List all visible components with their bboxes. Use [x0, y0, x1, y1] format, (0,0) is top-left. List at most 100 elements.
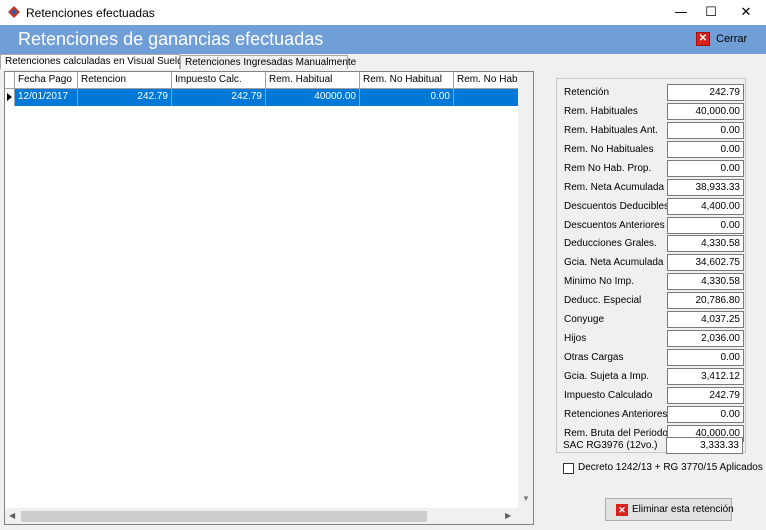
scroll-down-icon[interactable]: ▼ [522, 494, 530, 503]
field-deducc-especial: Deducc. Especial 20,786.80 [557, 292, 747, 310]
field-label: Retenciones Anteriores [564, 409, 668, 420]
column-header[interactable]: Retencion [78, 72, 172, 89]
scroll-left-icon[interactable]: ◀ [9, 511, 15, 520]
field-retenciones-anteriores: Retenciones Anteriores 0.00 [557, 406, 747, 424]
field-value[interactable]: 0.00 [667, 349, 744, 366]
column-header[interactable]: Impuesto Calc. [172, 72, 266, 89]
cell-fecha-pago[interactable]: 12/01/2017 [15, 89, 78, 106]
field-descuentos-deducibles: Descuentos Deducibles 4,400.00 [557, 198, 747, 216]
field-gcia-neta-acumulada: Gcia. Neta Acumulada 34,602.75 [557, 254, 747, 272]
field-value[interactable]: 20,786.80 [667, 292, 744, 309]
grid-header: Fecha Pago Retencion Impuesto Calc. Rem.… [5, 72, 533, 89]
vertical-scrollbar[interactable]: ▼ [518, 72, 533, 508]
field-rem-habituales: Rem. Habituales 40,000.00 [557, 103, 747, 121]
field-rem-habituales-ant: Rem. Habituales Ant. 0.00 [557, 122, 747, 140]
field-label: Impuesto Calculado [564, 390, 653, 401]
field-value[interactable]: 4,400.00 [667, 198, 744, 215]
scrollbar-corner [518, 508, 533, 524]
field-value[interactable]: 0.00 [667, 217, 744, 234]
decreto-checkbox-label[interactable]: Decreto 1242/13 + RG 3770/15 Aplicados [578, 462, 763, 473]
row-header-corner [5, 72, 15, 89]
horizontal-scrollbar[interactable]: ◀ ▶ [5, 508, 518, 524]
tab-manual[interactable]: Retenciones Ingresadas Manualmente [180, 55, 356, 69]
field-label: SAC RG3976 (12vo.) [563, 440, 658, 451]
maximize-button[interactable]: ☐ [694, 0, 728, 25]
field-label: Otras Cargas [564, 352, 624, 363]
cell-rem-habitual[interactable]: 40000.00 [266, 89, 360, 106]
close-icon: ✕ [696, 32, 710, 46]
field-conyuge: Conyuge 4,037.25 [557, 311, 747, 329]
retenciones-grid[interactable]: Fecha Pago Retencion Impuesto Calc. Rem.… [4, 71, 534, 525]
field-label: Conyuge [564, 314, 605, 325]
delete-icon: ✕ [616, 504, 628, 516]
cell-rem-no-habitual[interactable]: 0.00 [360, 89, 454, 106]
field-value[interactable]: 242.79 [667, 387, 744, 404]
column-header[interactable]: Fecha Pago [15, 72, 78, 89]
current-row-indicator [5, 89, 15, 106]
field-label: Deducc. Especial [564, 295, 642, 306]
field-label: Gcia. Neta Acumulada [564, 257, 664, 268]
window-close-button[interactable]: ✕ [729, 0, 763, 25]
detail-panel: Retención 242.79 Rem. Habituales 40,000.00… [556, 78, 746, 453]
page-header: Retenciones de ganancias efectuadas ✕ Ce… [0, 25, 766, 54]
delete-button-label: Eliminar esta retención [632, 504, 734, 515]
column-header[interactable]: Rem. No Habitual [360, 72, 454, 89]
field-label: Rem. Habituales [564, 106, 638, 117]
table-row[interactable]: 12/01/2017 242.79 242.79 40000.00 0.00 0 [5, 89, 533, 106]
row-arrow-icon [7, 93, 12, 101]
field-retencion: Retención 242.79 [557, 84, 747, 102]
field-impuesto-calculado: Impuesto Calculado 242.79 [557, 387, 747, 405]
field-minimo-no-imp: Minimo No Imp. 4,330.58 [557, 273, 747, 291]
cell-retencion[interactable]: 242.79 [78, 89, 172, 106]
field-label: Rem. Neta Acumulada [564, 182, 665, 193]
field-value[interactable]: 3,333.33 [666, 437, 743, 454]
field-value[interactable]: 0.00 [667, 160, 744, 177]
field-value[interactable]: 2,036.00 [667, 330, 744, 347]
field-rem-neta-acumulada: Rem. Neta Acumulada 38,933.33 [557, 179, 747, 197]
field-value[interactable]: 242.79 [667, 84, 744, 101]
tab-calculated[interactable]: Retenciones calculadas en Visual Sueldos [0, 54, 193, 69]
field-value[interactable]: 4,330.58 [667, 273, 744, 290]
field-sac-rg3976: SAC RG3976 (12vo.) 3,333.33 [556, 437, 746, 455]
minimize-button[interactable]: — [664, 0, 698, 25]
tab-bar: Retenciones calculadas en Visual Sueldos… [0, 54, 766, 69]
field-label: Minimo No Imp. [564, 276, 635, 287]
app-icon [8, 6, 20, 18]
field-label: Rem No Hab. Prop. [564, 163, 652, 174]
field-value[interactable]: 38,933.33 [667, 179, 744, 196]
field-value[interactable]: 4,330.58 [667, 235, 744, 252]
field-value[interactable]: 40,000.00 [667, 103, 744, 120]
tab-content: Fecha Pago Retencion Impuesto Calc. Rem.… [0, 69, 766, 530]
page-title: Retenciones de ganancias efectuadas [18, 29, 324, 49]
decreto-checkbox[interactable] [563, 463, 574, 474]
scrollbar-thumb[interactable] [21, 511, 427, 522]
field-value[interactable]: 0.00 [667, 406, 744, 423]
field-descuentos-anteriores: Descuentos Anteriores 0.00 [557, 217, 747, 235]
field-rem-no-habituales: Rem. No Habituales 0.00 [557, 141, 747, 159]
field-label: Rem. Habituales Ant. [564, 125, 658, 136]
field-label: Rem. No Habituales [564, 144, 654, 155]
field-value[interactable]: 0.00 [667, 141, 744, 158]
field-label: Hijos [564, 333, 587, 344]
field-label: Gcia. Sujeta a Imp. [564, 371, 650, 382]
column-header[interactable]: Rem. Habitual [266, 72, 360, 89]
field-label: Retención [564, 87, 610, 98]
window-title: Retenciones efectuadas [26, 6, 155, 20]
field-hijos: Hijos 2,036.00 [557, 330, 747, 348]
field-label: Descuentos Anteriores [564, 220, 665, 231]
field-value[interactable]: 0.00 [667, 122, 744, 139]
field-value[interactable]: 4,037.25 [667, 311, 744, 328]
field-label: Descuentos Deducibles [564, 201, 670, 212]
field-gcia-sujeta-imp: Gcia. Sujeta a Imp. 3,412.12 [557, 368, 747, 386]
field-value[interactable]: 34,602.75 [667, 254, 744, 271]
cell-impuesto-calc[interactable]: 242.79 [172, 89, 266, 106]
field-deducciones-grales: Deducciones Grales. 4,330.58 [557, 235, 747, 253]
field-value[interactable]: 3,412.12 [667, 368, 744, 385]
field-otras-cargas: Otras Cargas 0.00 [557, 349, 747, 367]
field-label: Deducciones Grales. [564, 238, 657, 249]
delete-retention-button[interactable]: ✕ Eliminar esta retención [605, 498, 734, 521]
scroll-right-icon[interactable]: ▶ [505, 511, 511, 520]
field-rem-no-hab-prop: Rem No Hab. Prop. 0.00 [557, 160, 747, 178]
close-label: Cerrar [716, 33, 748, 45]
title-bar: Retenciones efectuadas — ☐ ✕ [0, 0, 766, 25]
